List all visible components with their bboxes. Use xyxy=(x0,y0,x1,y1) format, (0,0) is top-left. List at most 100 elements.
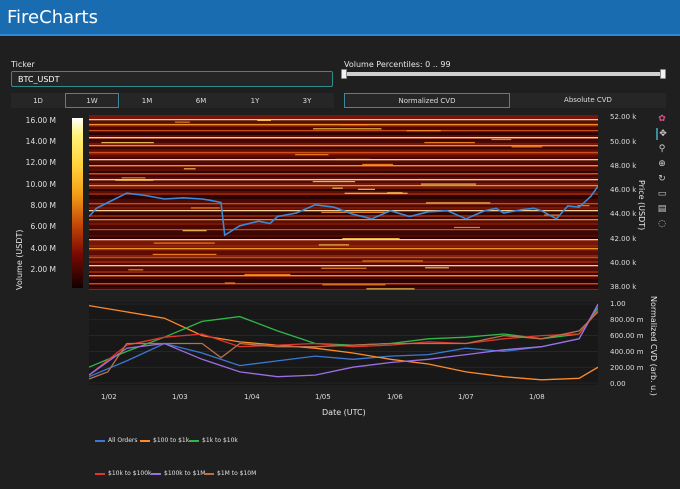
heatmap-band xyxy=(89,139,598,141)
heatmap-band xyxy=(89,193,598,195)
heatmap-band xyxy=(89,121,598,123)
plotly-logo-icon[interactable]: ✿ xyxy=(656,113,668,125)
heatmap-segment xyxy=(312,181,356,183)
heatmap-segment xyxy=(332,187,343,189)
heatmap-segment xyxy=(321,267,367,269)
heatmap-band xyxy=(89,225,598,227)
heatmap-level-line xyxy=(89,119,598,121)
heatmap-level-line xyxy=(89,185,598,187)
heatmap-segment xyxy=(340,124,368,126)
spike-icon[interactable]: ◌ xyxy=(656,218,668,230)
download-icon[interactable]: ▭ xyxy=(656,188,668,200)
colorbar-tick: 16.00 M xyxy=(25,116,56,125)
app-title: FireCharts xyxy=(7,7,98,28)
heatmap-band xyxy=(89,235,598,237)
heatmap-level-line xyxy=(89,229,598,231)
heatmap-band xyxy=(89,191,598,193)
heatmap-segment xyxy=(174,121,190,123)
percentile-slider-low-handle[interactable] xyxy=(341,69,347,79)
heatmap-band xyxy=(89,205,598,207)
cvd-tick: 600.00 m xyxy=(610,332,644,340)
heatmap-segment xyxy=(491,138,512,141)
legend-item-all-orders[interactable]: All Orders xyxy=(95,437,138,444)
pan-icon[interactable]: ✥ xyxy=(656,128,668,140)
heatmap-segment xyxy=(406,130,441,132)
legend-item-1k-to-10k[interactable]: $1k to $10k xyxy=(189,437,238,444)
absolute-cvd-button[interactable]: Absolute CVD xyxy=(510,93,666,108)
heatmap-band xyxy=(89,217,598,219)
heatmap-segment xyxy=(453,226,481,229)
percentile-slider-high-handle[interactable] xyxy=(660,69,666,79)
heatmap-band xyxy=(89,195,598,197)
x-tick: 1/03 xyxy=(172,393,188,401)
heatmap-level-line xyxy=(89,165,598,167)
heatmap-segment xyxy=(322,284,386,286)
legend-label: $100k to $1M xyxy=(164,470,206,477)
timeframe-button-1y[interactable]: 1Y xyxy=(228,93,282,108)
heatmap-svg xyxy=(89,115,598,290)
timeframe-button-6m[interactable]: 6M xyxy=(174,93,228,108)
reset-icon[interactable]: ↻ xyxy=(656,173,668,185)
heatmap-band xyxy=(89,177,598,179)
legend-item-10k-to-100k[interactable]: $10k to $100k xyxy=(95,470,152,477)
zoom-icon[interactable]: ⚲ xyxy=(656,143,668,155)
x-tick: 1/06 xyxy=(387,393,403,401)
heatmap-band xyxy=(89,169,598,171)
price-tick: 44.00 k xyxy=(610,210,637,218)
heatmap-segment xyxy=(344,192,408,194)
heatmap-segment xyxy=(257,119,271,122)
heatmap-segment xyxy=(190,207,220,209)
hover-icon[interactable]: ▤ xyxy=(656,203,668,215)
colorbar-tick: 8.00 M xyxy=(30,201,56,210)
heatmap-segment xyxy=(425,267,449,269)
heatmap-band xyxy=(89,263,598,265)
cvd-tick: 800.00 m xyxy=(610,316,644,324)
heatmap-band xyxy=(89,187,598,189)
x-tick: 1/07 xyxy=(458,393,474,401)
heatmap-band xyxy=(89,233,598,235)
legend-label: $10k to $100k xyxy=(108,470,152,477)
colorbar-tick: 14.00 M xyxy=(25,137,56,146)
heatmap-band xyxy=(89,117,598,119)
price-tick: 38.00 k xyxy=(610,283,637,291)
colorbar-tick: 10.00 M xyxy=(25,180,56,189)
heatmap-band xyxy=(89,261,598,263)
heatmap-band xyxy=(89,223,598,225)
heatmap-band xyxy=(89,155,598,157)
colorbar-tick: 2.00 M xyxy=(30,265,56,274)
colorbar-tick: 12.00 M xyxy=(25,158,56,167)
heatmap-band xyxy=(89,287,598,289)
percentile-slider-track[interactable] xyxy=(344,72,664,76)
timeframe-button-1w[interactable]: 1W xyxy=(65,93,119,108)
legend-swatch xyxy=(95,439,105,442)
timeframe-button-1d[interactable]: 1D xyxy=(11,93,65,108)
legend-item-100k-to-1m[interactable]: $100k to $1M xyxy=(151,470,205,477)
colorbar-tick: 4.00 M xyxy=(30,244,56,253)
timeframe-button-1m[interactable]: 1M xyxy=(120,93,174,108)
heatmap-segment xyxy=(152,253,217,256)
percentiles-label: Volume Percentiles: 0 .. 99 xyxy=(344,60,451,69)
heatmap-band xyxy=(89,215,598,217)
heatmap-segment xyxy=(101,142,154,144)
cvd-tick: 400.00 m xyxy=(610,348,644,356)
cvd-panel[interactable] xyxy=(89,302,598,385)
legend-item-1m-to-10m[interactable]: $1M to $10M xyxy=(204,470,256,477)
timeframe-button-3y[interactable]: 3Y xyxy=(280,93,334,108)
volume-colorbar xyxy=(72,118,83,288)
lasso-icon[interactable]: ⊕ xyxy=(656,158,668,170)
legend-swatch xyxy=(189,439,199,442)
ticker-input[interactable] xyxy=(11,71,333,87)
heatmap-segment xyxy=(362,163,393,166)
normalized-cvd-button[interactable]: Normalized CVD xyxy=(344,93,510,108)
price-tick: 50.00 k xyxy=(610,138,637,146)
heatmap-level-line xyxy=(89,130,598,132)
legend-label: $1k to $10k xyxy=(202,437,238,444)
heatmap-segment xyxy=(115,179,154,181)
heatmap-panel[interactable] xyxy=(89,115,598,290)
legend-item-100-to-1k[interactable]: $100 to $1k xyxy=(140,437,189,444)
heatmap-band xyxy=(89,281,598,283)
heatmap-segment xyxy=(335,158,370,161)
heatmap-level-line xyxy=(89,239,598,241)
legend-swatch xyxy=(204,472,214,475)
heatmap-band xyxy=(89,231,598,233)
